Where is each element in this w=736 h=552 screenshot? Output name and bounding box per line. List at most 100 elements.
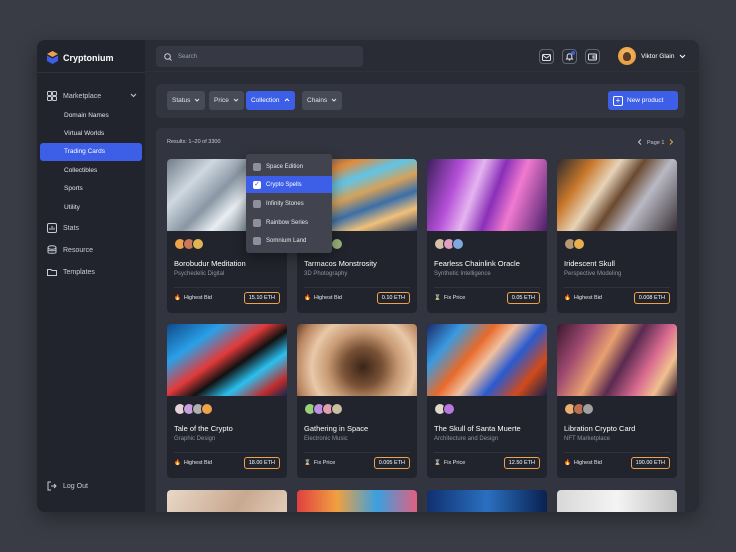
- sidebar-divider: [37, 72, 145, 73]
- card-image: [297, 324, 417, 396]
- mail-button[interactable]: [539, 49, 554, 64]
- collection-dropdown: Space Edition ✓ Crypto Spells Infinity St…: [246, 154, 332, 253]
- sidebar-item-label: Stats: [63, 224, 79, 232]
- product-card[interactable]: The Skull of Santa Muerte Architecture a…: [427, 324, 547, 478]
- dropdown-option[interactable]: Somnium Land: [246, 232, 332, 249]
- app-name: Cryptonium: [63, 52, 114, 63]
- filter-label: Chains: [307, 97, 328, 104]
- sidebar-item-label: Templates: [63, 268, 95, 276]
- product-card[interactable]: [297, 490, 417, 512]
- sidebar-item-templates[interactable]: Templates: [47, 267, 95, 277]
- checkbox[interactable]: [253, 218, 261, 227]
- page-label: Page 1: [647, 140, 665, 146]
- product-card[interactable]: Iridescent Skull Perspective Modeling 🔥 H…: [557, 159, 677, 313]
- checkbox[interactable]: [253, 236, 261, 245]
- grid-icon: [47, 91, 57, 101]
- new-product-button[interactable]: + New product: [608, 91, 678, 110]
- filter-label: Status: [172, 97, 191, 104]
- product-card[interactable]: Libration Crypto Card NFT Marketplace 🔥 H…: [557, 324, 677, 478]
- chevron-down-icon: [233, 97, 239, 105]
- status-filter[interactable]: Status: [167, 91, 206, 110]
- product-card[interactable]: [427, 490, 547, 512]
- sidebar-item-marketplace[interactable]: Marketplace: [47, 91, 137, 101]
- checkbox[interactable]: [253, 162, 261, 171]
- dropdown-option[interactable]: Space Edition: [246, 158, 332, 175]
- logo[interactable]: Cryptonium: [47, 51, 114, 64]
- option-label: Space Edition: [266, 163, 304, 170]
- card-subtitle: Graphic Design: [174, 436, 216, 442]
- dropdown-option[interactable]: Infinity Stones: [246, 195, 332, 212]
- card-image: [427, 324, 547, 396]
- hourglass-icon: ⌛: [434, 460, 441, 466]
- product-card[interactable]: [557, 490, 677, 512]
- chevron-down-icon[interactable]: [130, 92, 137, 101]
- avatar: [618, 47, 636, 65]
- product-card[interactable]: [167, 490, 287, 512]
- sidebar-sub-virtual-worlds[interactable]: Virtual Worlds: [64, 130, 104, 137]
- card-subtitle: Synthetic Intelligence: [434, 271, 491, 277]
- sidebar-sub-sports[interactable]: Sports: [64, 185, 83, 192]
- price-filter[interactable]: Price: [209, 91, 244, 110]
- card-divider: [434, 452, 540, 453]
- search-placeholder: Search: [178, 53, 198, 60]
- chevron-down-icon: [194, 97, 200, 105]
- product-card[interactable]: Tale of the Crypto Graphic Design 🔥 Highe…: [167, 324, 287, 478]
- checkbox[interactable]: [253, 199, 261, 208]
- owner-avatars: [174, 403, 213, 415]
- sidebar-item-stats[interactable]: Stats: [47, 223, 79, 233]
- dropdown-option[interactable]: ✓ Crypto Spells: [246, 176, 332, 193]
- price-badge: 0.008 ETH: [633, 292, 670, 304]
- card-title: Iridescent Skull: [564, 259, 615, 268]
- bid-label: Fix Price: [443, 460, 466, 466]
- fire-icon: 🔥: [564, 295, 571, 301]
- mail-icon: [542, 48, 551, 66]
- user-menu[interactable]: Viktor Glain: [618, 47, 686, 65]
- card-divider: [434, 287, 540, 288]
- fire-icon: 🔥: [174, 460, 181, 466]
- card-title: Tale of the Crypto: [174, 424, 233, 433]
- bid-label: Highest Bid: [313, 295, 342, 301]
- sidebar-item-label: Marketplace: [63, 92, 102, 100]
- filter-label: Price: [214, 97, 229, 104]
- owner-avatars: [434, 238, 464, 250]
- notifications-button[interactable]: [562, 49, 577, 64]
- chains-filter[interactable]: Chains: [302, 91, 343, 110]
- folder-icon: [47, 267, 57, 277]
- product-card[interactable]: Gathering in Space Electronic Music ⌛ Fix…: [297, 324, 417, 478]
- search-input[interactable]: Search: [156, 46, 363, 67]
- sidebar-sub-utility[interactable]: Utility: [64, 204, 80, 211]
- chevron-down-icon: [331, 97, 337, 105]
- chevron-left-icon[interactable]: [637, 139, 642, 147]
- product-card[interactable]: Fearless Chainlink Oracle Synthetic Inte…: [427, 159, 547, 313]
- pagination: Page 1: [637, 139, 674, 147]
- user-name: Viktor Glain: [641, 52, 675, 60]
- hourglass-icon: ⌛: [434, 295, 441, 301]
- sidebar-sub-trading-cards[interactable]: Trading Cards: [40, 143, 142, 161]
- card-title: Gathering in Space: [304, 424, 369, 433]
- logout-button[interactable]: Log Out: [47, 481, 88, 491]
- fire-icon: 🔥: [564, 460, 571, 466]
- checkbox-checked[interactable]: ✓: [253, 180, 261, 189]
- card-divider: [564, 452, 670, 453]
- collection-filter[interactable]: Collection: [246, 91, 295, 110]
- dropdown-option[interactable]: Rainbow Series: [246, 214, 332, 231]
- price-badge: 18.00 ETH: [243, 457, 280, 469]
- sidebar-sub-domain-names[interactable]: Domain Names: [64, 112, 109, 119]
- chevron-up-icon: [284, 97, 290, 105]
- sidebar-sub-collectibles[interactable]: Collectibles: [64, 167, 97, 174]
- chevron-right-icon[interactable]: [669, 139, 674, 147]
- owner-avatars: [304, 403, 343, 415]
- card-divider: [564, 287, 670, 288]
- sidebar-item-resource[interactable]: Resource: [47, 245, 93, 255]
- logout-icon: [47, 481, 57, 491]
- option-label: Infinity Stones: [266, 200, 304, 207]
- owner-avatars: [434, 403, 455, 415]
- card-subtitle: NFT Marketplace: [564, 436, 610, 442]
- price-badge: 190.00 ETH: [630, 457, 670, 469]
- card-subtitle: Psychedelic Digital: [174, 271, 225, 277]
- wallet-button[interactable]: [585, 49, 600, 64]
- owner-avatars: [174, 238, 204, 250]
- bid-label: Highest Bid: [573, 460, 602, 466]
- bid-type: 🔥 Highest Bid: [564, 295, 602, 301]
- card-image: [167, 324, 287, 396]
